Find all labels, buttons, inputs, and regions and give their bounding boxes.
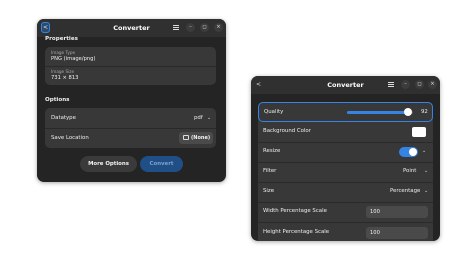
save-location-value: (None) — [191, 135, 211, 141]
window-title: Converter — [327, 81, 364, 89]
width-scale-label: Width Percentage Scale — [263, 208, 327, 214]
options-card: Datatype pdf ⌄ Save Location (None) — [45, 108, 216, 148]
maximize-button[interactable]: ◻ — [415, 80, 424, 89]
resize-toggle[interactable] — [399, 147, 418, 157]
titlebar: < Converter – ◻ × — [37, 19, 226, 37]
width-scale-input[interactable]: 100 — [366, 206, 428, 218]
image-size-label: Image Size — [51, 69, 75, 74]
chevron-down-icon: ⌄ — [424, 188, 429, 194]
color-swatch-button[interactable] — [412, 127, 426, 137]
image-type-value: PNG (image/png) — [51, 56, 96, 62]
quality-slider-handle[interactable] — [403, 108, 412, 116]
image-type-label: Image Type — [51, 50, 76, 55]
minimize-button[interactable]: – — [401, 80, 410, 89]
properties-card: Image Type PNG (image/png) Image Size 73… — [45, 47, 216, 85]
chevron-down-icon[interactable]: ⌄ — [422, 148, 426, 154]
save-location-button[interactable]: (None) — [179, 132, 213, 144]
close-button[interactable]: × — [214, 23, 223, 32]
maximize-button[interactable]: ◻ — [200, 23, 209, 32]
toggle-knob — [409, 148, 417, 156]
resize-row: Resize ⌄ — [258, 142, 433, 162]
more-options-button[interactable]: More Options — [80, 156, 137, 172]
chevron-down-icon: ⌄ — [424, 168, 429, 174]
quality-label: Quality — [264, 109, 284, 115]
titlebar: < Converter – ◻ × — [251, 76, 440, 94]
width-scale-row: Width Percentage Scale 100 — [258, 202, 433, 222]
height-scale-row: Height Percentage Scale 100 — [258, 222, 433, 241]
save-location-row[interactable]: Save Location (None) — [45, 128, 216, 148]
divider — [45, 66, 216, 67]
close-button[interactable]: × — [428, 80, 437, 89]
settings-card: Quality 92 Background Color Resize ⌄ Fil… — [258, 102, 433, 241]
size-row[interactable]: Size Percentage ⌄ — [258, 182, 433, 202]
datatype-row[interactable]: Datatype pdf ⌄ — [45, 108, 216, 128]
converter-window-right: < Converter – ◻ × Quality 92 Background … — [251, 76, 440, 241]
convert-button[interactable]: Convert — [140, 156, 183, 172]
quality-slider-fill — [347, 111, 408, 114]
filter-value: Point — [403, 168, 417, 174]
filter-row[interactable]: Filter Point ⌄ — [258, 162, 433, 182]
quality-slider[interactable] — [347, 108, 413, 116]
datatype-value: pdf — [194, 115, 203, 121]
options-heading: Options — [45, 97, 70, 103]
size-label: Size — [263, 188, 275, 194]
properties-heading: Properties — [45, 36, 78, 42]
image-size-value: 731 × 813 — [51, 75, 79, 81]
quality-row: Quality 92 — [258, 102, 433, 122]
window-title: Converter — [113, 24, 150, 32]
minimize-button[interactable]: – — [186, 23, 195, 32]
datatype-label: Datatype — [51, 115, 76, 121]
menu-icon[interactable] — [388, 82, 394, 87]
filter-label: Filter — [263, 168, 277, 174]
save-location-label: Save Location — [51, 135, 89, 141]
height-scale-input[interactable]: 100 — [366, 227, 428, 239]
quality-value: 92 — [421, 109, 428, 115]
height-scale-label: Height Percentage Scale — [263, 229, 330, 235]
background-color-row: Background Color — [258, 122, 433, 142]
background-color-label: Background Color — [263, 128, 311, 134]
resize-label: Resize — [263, 148, 281, 154]
size-value: Percentage — [390, 188, 421, 194]
menu-icon[interactable] — [173, 25, 179, 30]
converter-window-left: < Converter – ◻ × Properties Image Type … — [37, 19, 226, 182]
folder-icon — [183, 135, 189, 140]
chevron-down-icon: ⌄ — [207, 115, 212, 121]
